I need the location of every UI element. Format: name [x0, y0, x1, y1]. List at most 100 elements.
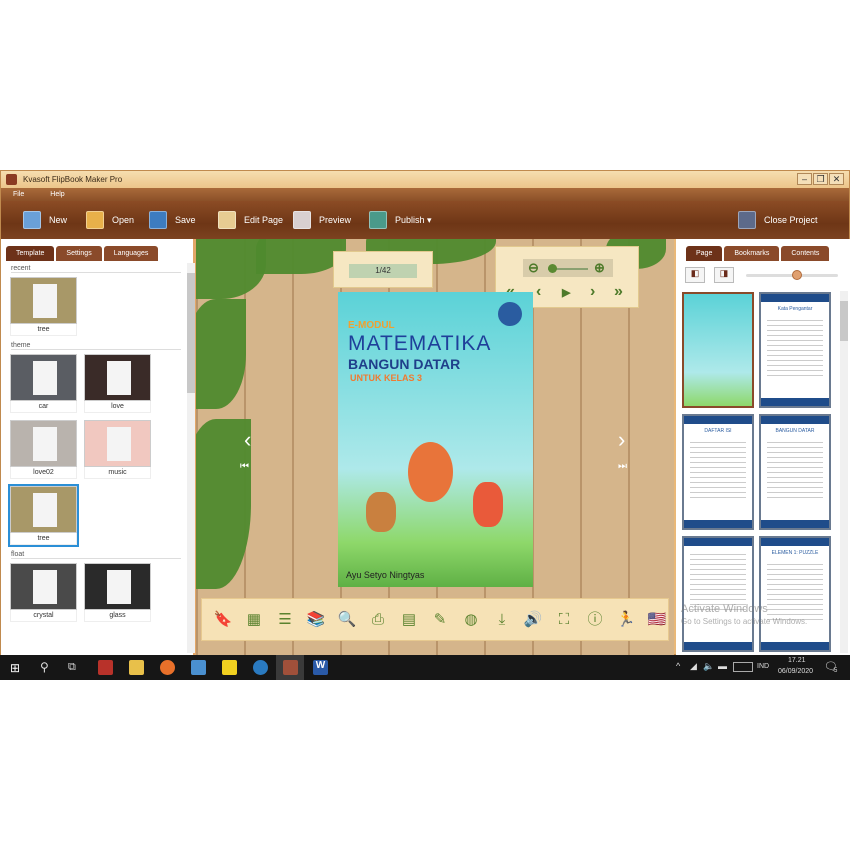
activate-windows-hint: Go to Settings to activate Windows.	[681, 617, 808, 626]
thumbnails-grid-icon[interactable]: ▦	[244, 611, 264, 629]
bookshelf-icon[interactable]: 📚	[306, 611, 326, 629]
template-preview	[10, 277, 77, 324]
bookmark-icon[interactable]: 🔖	[213, 611, 233, 629]
template-love[interactable]: love	[84, 354, 151, 413]
tab-settings[interactable]: Settings	[56, 246, 102, 261]
publish-button[interactable]: Publish ▾	[369, 209, 432, 231]
template-scrollbar[interactable]	[187, 263, 195, 653]
search-icon[interactable]: ⚲	[40, 660, 49, 674]
template-preview	[84, 563, 151, 610]
tab-languages[interactable]: Languages	[103, 246, 159, 261]
info-icon[interactable]: ⓘ	[585, 611, 605, 629]
zoom-slider-handle[interactable]	[548, 264, 557, 273]
minimize-button[interactable]: –	[797, 173, 812, 185]
fullscreen-icon[interactable]: ⛶	[554, 611, 574, 629]
prev-page-arrow[interactable]: ‹	[244, 427, 251, 453]
tab-page[interactable]: Page	[686, 246, 723, 261]
menu-file[interactable]: File	[13, 191, 24, 198]
tab-template[interactable]: Template	[6, 246, 55, 261]
template-glass[interactable]: glass	[84, 563, 151, 622]
template-car[interactable]: car	[10, 354, 77, 413]
close-project-button[interactable]: Close Project	[738, 209, 818, 231]
globe-icon[interactable]: ◍	[461, 611, 481, 629]
download-icon[interactable]: ⤓	[492, 611, 512, 629]
last-page-arrow[interactable]: ⏭	[618, 461, 627, 472]
save-button[interactable]: Save	[149, 209, 196, 231]
page-thumbnail[interactable]	[682, 292, 754, 408]
keyboard-icon[interactable]	[733, 662, 753, 672]
page-thumbnail[interactable]: DAFTAR ISI	[682, 414, 754, 530]
network-globe-icon[interactable]	[253, 660, 268, 675]
insert-page-before-button[interactable]: ◧	[685, 267, 705, 283]
wifi-icon[interactable]: ◢	[690, 661, 697, 672]
firefox-icon[interactable]	[160, 660, 175, 675]
template-tree[interactable]: tree	[10, 277, 77, 336]
new-button[interactable]: New	[23, 209, 67, 231]
sound-icon[interactable]: 🔊	[523, 611, 543, 629]
file-explorer-icon[interactable]	[129, 660, 144, 675]
search-icon[interactable]: 🔍	[337, 611, 357, 629]
page-thumbnail[interactable]	[682, 536, 754, 652]
volume-icon[interactable]: 🔈	[703, 661, 714, 672]
thumbnail-size-slider-handle[interactable]	[791, 270, 802, 280]
new-label: New	[49, 215, 68, 225]
pencil-icon[interactable]: ✎	[430, 611, 450, 629]
start-button[interactable]: ⊞	[10, 661, 20, 675]
battery-icon[interactable]: ▬	[718, 661, 727, 671]
zoom-out-icon[interactable]: ⊖	[528, 260, 539, 276]
flipbook-maker-taskbar-icon[interactable]	[283, 660, 298, 675]
tab-contents[interactable]: Contents	[781, 246, 830, 261]
template-love02[interactable]: love02	[10, 420, 77, 479]
word-icon[interactable]: W	[313, 660, 328, 675]
book-cover-page[interactable]: E-MODUL MATEMATIKA BANGUN DATAR UNTUK KE…	[338, 292, 533, 587]
task-view-icon[interactable]: ⧉	[68, 661, 76, 674]
next-page-arrow[interactable]: ›	[618, 427, 625, 453]
page-thumbnail[interactable]: Kata Pengantar	[759, 292, 831, 408]
close-button[interactable]: ✕	[829, 173, 844, 185]
page-indicator-box: 1/42	[333, 251, 433, 288]
clock-date[interactable]: 06/09/2020	[778, 668, 813, 675]
first-page-arrow[interactable]: ⏮	[240, 461, 249, 472]
show-hidden-icons[interactable]: ^	[676, 661, 680, 671]
input-language[interactable]: IND	[757, 663, 769, 670]
restore-button[interactable]: ❐	[813, 173, 828, 185]
template-label: love02	[10, 467, 77, 479]
template-music[interactable]: music	[84, 420, 151, 479]
template-label: love	[84, 401, 151, 413]
taskbar-app-icon[interactable]	[98, 660, 113, 675]
next-page-button[interactable]: ›	[590, 283, 595, 301]
notes-icon[interactable]: ▤	[399, 611, 419, 629]
remote-desktop-icon[interactable]	[191, 660, 206, 675]
preview-button[interactable]: Preview	[293, 209, 351, 231]
boy-illustration	[473, 482, 503, 527]
template-panel: Template Settings Languages recent tree th…	[1, 239, 196, 655]
table-of-contents-icon[interactable]: ☰	[275, 611, 295, 629]
notification-count: 5	[834, 668, 838, 674]
template-preview	[10, 354, 77, 401]
edit-page-button[interactable]: Edit Page	[218, 209, 283, 231]
page-number-input[interactable]: 1/42	[349, 264, 417, 278]
insert-page-after-button[interactable]: ◨	[714, 267, 734, 283]
autoflip-icon[interactable]: 🏃	[616, 611, 636, 629]
tab-bookmarks[interactable]: Bookmarks	[724, 246, 780, 261]
sticky-notes-icon[interactable]	[222, 660, 237, 675]
clock-time[interactable]: 17.21	[788, 657, 806, 664]
last-page-button[interactable]: »	[614, 283, 623, 301]
girl-illustration	[408, 442, 453, 502]
zoom-in-icon[interactable]: ⊕	[594, 260, 605, 276]
page-thumbnail-title: Kata Pengantar	[777, 306, 813, 312]
menu-help[interactable]: Help	[50, 191, 64, 198]
page-thumbnail[interactable]: ELEMEN 1: PUZZLE	[759, 536, 831, 652]
print-icon[interactable]: ⎙	[368, 611, 388, 629]
open-button[interactable]: Open	[86, 209, 134, 231]
template-tree[interactable]: tree	[8, 484, 79, 547]
language-flag-icon[interactable]: 🇺🇸	[647, 611, 667, 629]
template-label: music	[84, 467, 151, 479]
page-thumbnail[interactable]: BANGUN DATAR	[759, 414, 831, 530]
template-crystal[interactable]: crystal	[10, 563, 77, 622]
play-button[interactable]: ▶	[562, 286, 570, 299]
template-label: tree	[10, 533, 77, 545]
prev-page-button[interactable]: ‹	[536, 283, 541, 301]
page-scrollbar[interactable]	[840, 291, 848, 653]
open-folder-icon	[86, 211, 104, 229]
